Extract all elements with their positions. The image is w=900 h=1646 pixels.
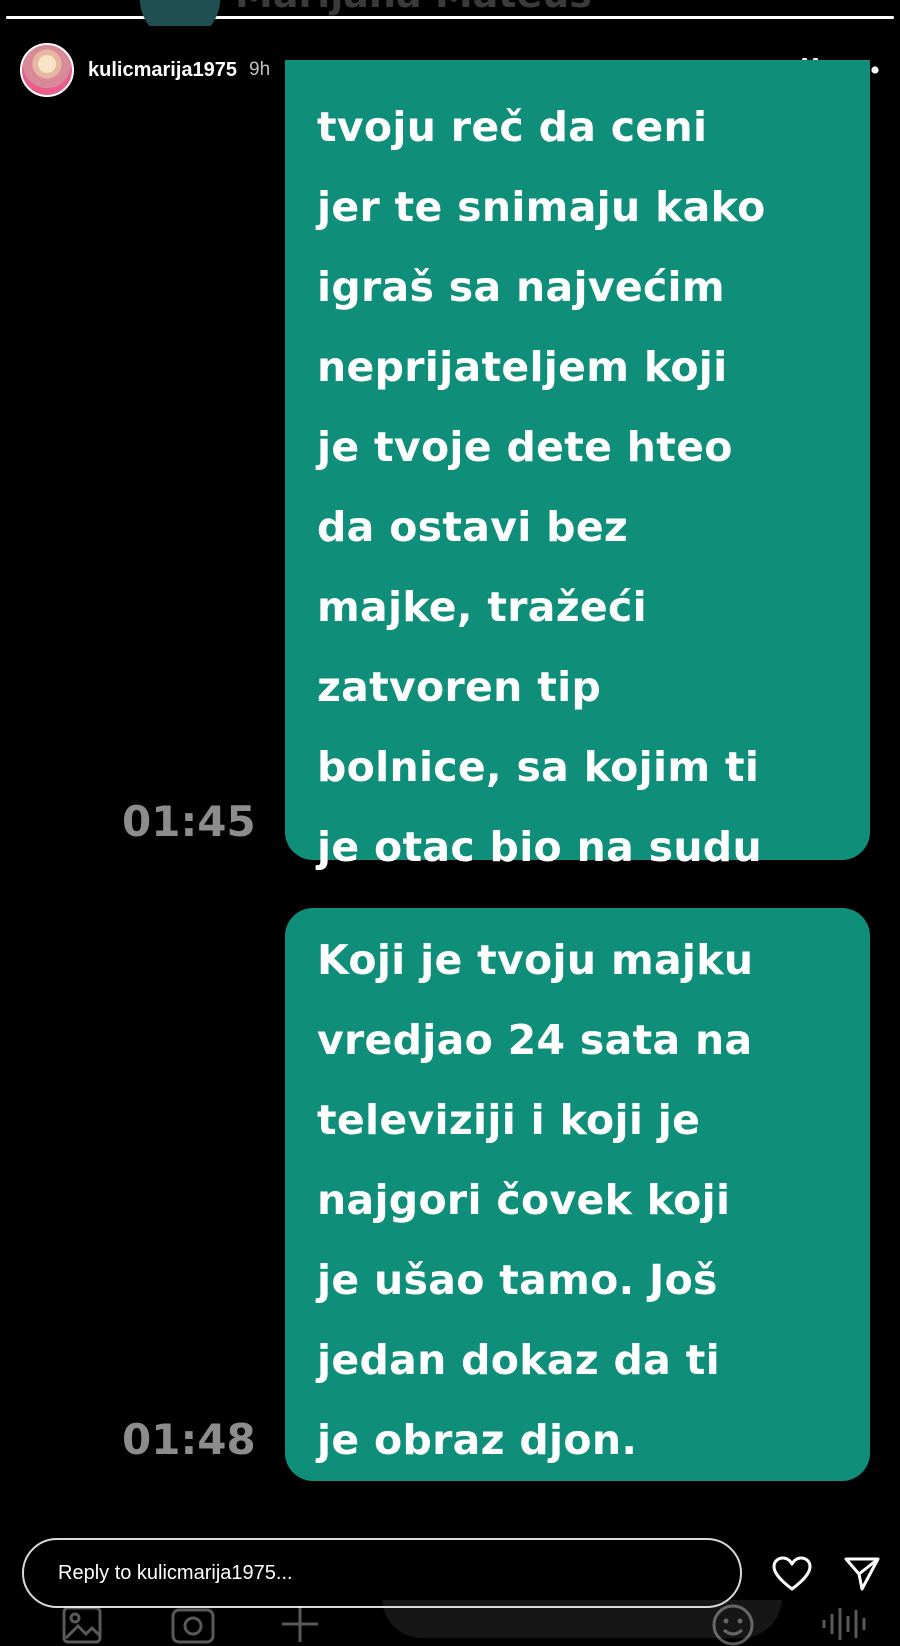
- ghost-avatar: [140, 0, 220, 26]
- emoji-icon: [710, 1602, 756, 1646]
- gallery-icon: [60, 1602, 104, 1646]
- reply-input[interactable]: Reply to kulicmarija1975...: [22, 1538, 742, 1608]
- heart-icon[interactable]: [770, 1552, 814, 1596]
- voice-icon: [820, 1602, 870, 1646]
- story-progress-fill: [6, 16, 894, 19]
- avatar[interactable]: [20, 43, 74, 97]
- story-progress-bar: [6, 16, 894, 20]
- send-icon[interactable]: [840, 1552, 884, 1596]
- chat-message-bubble: tvoju reč da ceni jer te snimaju kako ig…: [285, 60, 870, 871]
- username[interactable]: kulicmarija1975: [88, 59, 237, 82]
- ghost-chat-header: Marijana Mateus: [0, 0, 900, 26]
- story-progress-segment: [6, 16, 894, 19]
- message-timestamp: 01:48: [122, 1415, 256, 1464]
- chat-message-bubble: Koji je tvoju majku vredjao 24 sata na t…: [285, 908, 870, 1481]
- time-ago: 9h: [249, 59, 271, 80]
- ghost-chat-name: Marijana Mateus: [235, 0, 592, 16]
- plus-icon: [278, 1602, 322, 1646]
- message-timestamp: 01:45: [122, 797, 256, 846]
- camera-icon: [170, 1602, 216, 1646]
